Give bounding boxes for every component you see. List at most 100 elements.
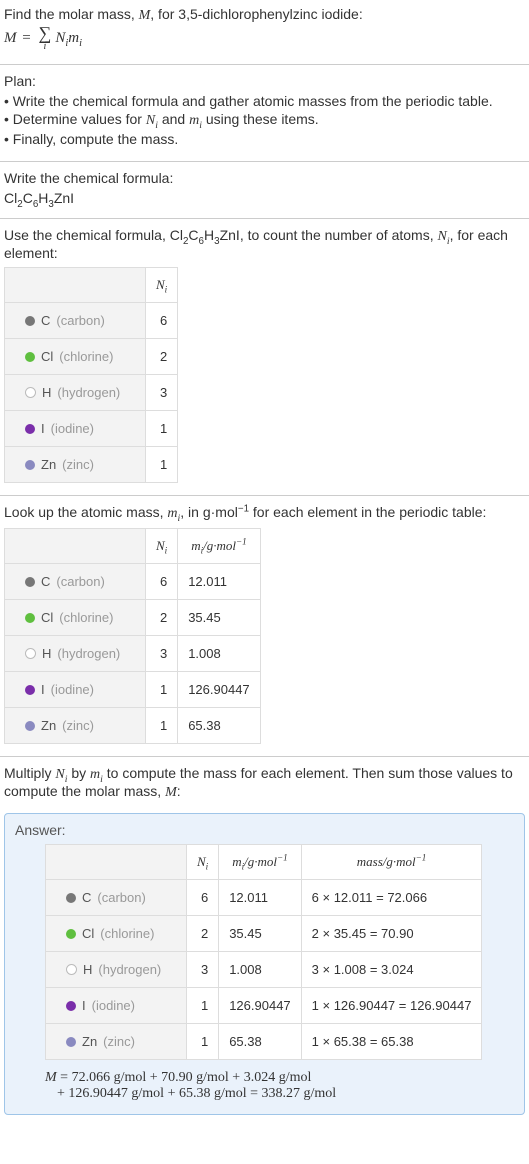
table-row: Zn (zinc) 1 — [5, 447, 178, 483]
cell-n: 3 — [146, 375, 178, 411]
table-row: Zn (zinc) 165.381 × 65.38 = 65.38 — [46, 1024, 482, 1060]
element-symbol: C — [82, 890, 91, 905]
element-symbol: Zn — [41, 457, 56, 472]
cell-m: 1.008 — [178, 636, 260, 672]
cell-n: 3 — [187, 952, 219, 988]
cell-n: 1 — [146, 447, 178, 483]
cell-m: 12.011 — [219, 880, 301, 916]
plan-title: Plan: — [4, 73, 525, 89]
table-row: H (hydrogen) 3 — [5, 375, 178, 411]
element-symbol: I — [41, 421, 45, 436]
element-name: (chlorine) — [59, 610, 113, 625]
element-symbol: H — [42, 385, 51, 400]
element-name: (chlorine) — [59, 349, 113, 364]
element-dot-icon — [25, 648, 36, 659]
answer-table: Ni mi/g·mol−1 mass/g·mol−1 C (carbon)612… — [45, 844, 482, 1060]
table-row: I (iodine)1126.90447 — [5, 672, 261, 708]
element-symbol: Cl — [41, 610, 53, 625]
element-symbol: Zn — [41, 718, 56, 733]
element-dot-icon — [66, 929, 76, 939]
element-dot-icon — [25, 685, 35, 695]
fe1: 72.066 g/mol + 70.90 g/mol + 3.024 g/mol — [72, 1070, 312, 1085]
plan-item: • Finally, compute the mass. — [4, 131, 525, 147]
cell-n: 1 — [187, 1024, 219, 1060]
cell-mass: 1 × 65.38 = 65.38 — [301, 1024, 482, 1060]
cell-n: 1 — [146, 708, 178, 744]
element-name: (carbon) — [56, 313, 104, 328]
table-row: C (carbon) 612.011 — [5, 564, 261, 600]
element-symbol: Zn — [82, 1034, 97, 1049]
element-name: (carbon) — [56, 574, 104, 589]
cell-n: 6 — [146, 303, 178, 339]
cell-m: 35.45 — [178, 600, 260, 636]
cell-n: 6 — [146, 564, 178, 600]
element-dot-icon — [25, 424, 35, 434]
col-ni: Ni — [146, 268, 178, 303]
element-name: (chlorine) — [100, 926, 154, 941]
table-row: I (iodine)1 — [5, 411, 178, 447]
t: , to count the number of atoms, — [240, 227, 438, 243]
element-dot-icon — [66, 964, 77, 975]
element-name: (hydrogen) — [57, 646, 120, 661]
col-ni: Ni — [187, 845, 219, 880]
cell-mass: 2 × 35.45 = 70.90 — [301, 916, 482, 952]
fe2: + 126.90447 g/mol + 65.38 g/mol = 338.27… — [45, 1086, 514, 1102]
element-dot-icon — [66, 1001, 76, 1011]
element-name: (zinc) — [103, 1034, 135, 1049]
col-mi: mi/g·mol−1 — [219, 845, 301, 880]
intro-line1: Find the molar mass, M, for 3,5-dichloro… — [4, 6, 525, 24]
col-mi: mi/g·mol−1 — [178, 529, 260, 564]
col-mass: mass/g·mol−1 — [301, 845, 482, 880]
cell-m: 12.011 — [178, 564, 260, 600]
element-name: (iodine) — [92, 998, 135, 1013]
table-row: C (carbon)612.0116 × 12.011 = 72.066 — [46, 880, 482, 916]
answer-label: Answer: — [15, 822, 514, 838]
element-symbol: C — [41, 574, 50, 589]
formula-title: Write the chemical formula: — [4, 170, 525, 186]
count-intro: Use the chemical formula, Cl2C6H3ZnI, to… — [4, 227, 525, 261]
element-name: (zinc) — [62, 457, 94, 472]
cell-n: 1 — [146, 411, 178, 447]
cell-m: 126.90447 — [178, 672, 260, 708]
lookup-section: Look up the atomic mass, mi, in g·mol−1 … — [0, 498, 529, 754]
cell-n: 3 — [146, 636, 178, 672]
formula-section: Write the chemical formula: Cl2C6H3ZnI — [0, 164, 529, 216]
cell-mass: 3 × 1.008 = 3.024 — [301, 952, 482, 988]
element-dot-icon — [25, 721, 35, 731]
element-symbol: Cl — [41, 349, 53, 364]
element-dot-icon — [25, 577, 35, 587]
table-row: Cl (chlorine)235.452 × 35.45 = 70.90 — [46, 916, 482, 952]
element-dot-icon — [66, 1037, 76, 1047]
table-row: I (iodine)1126.904471 × 126.90447 = 126.… — [46, 988, 482, 1024]
element-dot-icon — [25, 352, 35, 362]
element-symbol: I — [41, 682, 45, 697]
cell-n: 1 — [187, 988, 219, 1024]
molar-mass-formula: M = ∑i Nimi — [4, 24, 525, 52]
cell-n: 2 — [146, 600, 178, 636]
table-row: Zn (zinc)165.38 — [5, 708, 261, 744]
element-dot-icon — [66, 893, 76, 903]
table-row: Cl (chlorine) 235.45 — [5, 600, 261, 636]
cell-mass: 1 × 126.90447 = 126.90447 — [301, 988, 482, 1024]
cell-m: 1.008 — [219, 952, 301, 988]
atomic-mass-table: Ni mi/g·mol−1 C (carbon)612.011Cl (chlor… — [4, 528, 261, 744]
plan-item: • Determine values for Ni and mi using t… — [4, 111, 525, 129]
element-symbol: C — [41, 313, 50, 328]
cell-m: 65.38 — [178, 708, 260, 744]
t: Use the chemical formula, — [4, 227, 170, 243]
multiply-section: Multiply Ni by mi to compute the mass fo… — [0, 759, 529, 811]
answer-box: Answer: Ni mi/g·mol−1 mass/g·mol−1 C (ca… — [4, 813, 525, 1115]
element-dot-icon — [25, 613, 35, 623]
element-symbol: H — [83, 962, 92, 977]
plan-item: • Write the chemical formula and gather … — [4, 93, 525, 109]
cell-n: 6 — [187, 880, 219, 916]
cell-m: 35.45 — [219, 916, 301, 952]
chemical-formula: Cl2C6H3ZnI — [4, 190, 525, 206]
count-section: Use the chemical formula, Cl2C6H3ZnI, to… — [0, 221, 529, 493]
cell-m: 126.90447 — [219, 988, 301, 1024]
table-row: C (carbon) 6 — [5, 303, 178, 339]
col-ni: Ni — [146, 529, 178, 564]
cell-m: 65.38 — [219, 1024, 301, 1060]
element-name: (hydrogen) — [57, 385, 120, 400]
element-symbol: H — [42, 646, 51, 661]
